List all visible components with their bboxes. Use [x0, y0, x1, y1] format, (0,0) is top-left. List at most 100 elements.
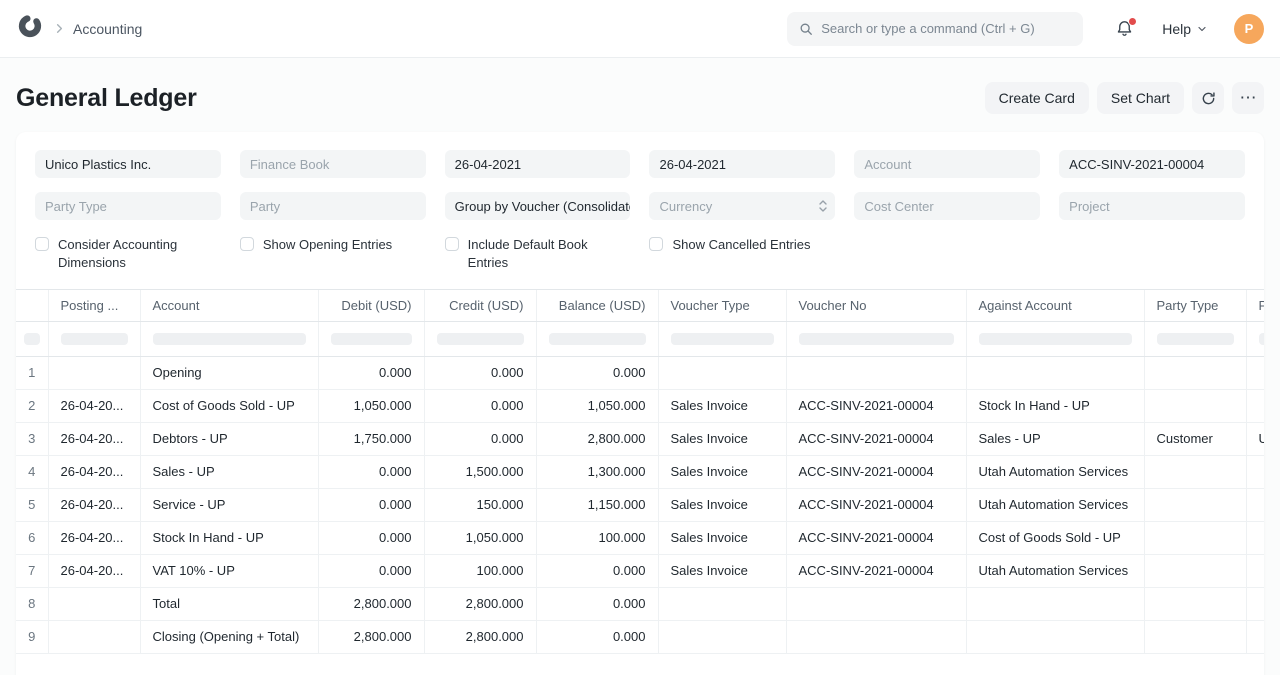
- checkbox-icon[interactable]: [649, 237, 663, 251]
- checkbox-icon[interactable]: [445, 237, 459, 251]
- account-filter[interactable]: [854, 150, 1040, 178]
- cell-voucher-type[interactable]: Sales Invoice: [658, 389, 786, 422]
- cell-balance[interactable]: 0.000: [536, 356, 658, 389]
- cell-account[interactable]: Stock In Hand - UP: [140, 521, 318, 554]
- filter-box-voucher-type[interactable]: [671, 333, 774, 345]
- cell-party[interactable]: [1246, 488, 1264, 521]
- cell-party[interactable]: [1246, 587, 1264, 620]
- checkbox-consider-accounting-dimensions[interactable]: Consider Accounting Dimensions: [35, 236, 221, 271]
- header-party-type[interactable]: Party Type: [1144, 290, 1246, 321]
- header-posting-date[interactable]: Posting ...: [48, 290, 140, 321]
- filter-box-party[interactable]: [1259, 333, 1265, 345]
- cell-credit[interactable]: 0.000: [424, 422, 536, 455]
- set-chart-button[interactable]: Set Chart: [1097, 82, 1184, 114]
- header-against-account[interactable]: Against Account: [966, 290, 1144, 321]
- cell-balance[interactable]: 1,300.000: [536, 455, 658, 488]
- cell-voucher-type[interactable]: [658, 620, 786, 653]
- cell-posting-date[interactable]: [48, 356, 140, 389]
- cell-against-account[interactable]: Utah Automation Services: [966, 455, 1144, 488]
- account-input[interactable]: [864, 157, 1030, 172]
- cell-voucher-no[interactable]: ACC-SINV-2021-00004: [786, 554, 966, 587]
- party-type-filter[interactable]: [35, 192, 221, 220]
- cell-party[interactable]: [1246, 521, 1264, 554]
- company-filter[interactable]: [35, 150, 221, 178]
- breadcrumb-accounting[interactable]: Accounting: [73, 21, 142, 37]
- cell-voucher-type[interactable]: Sales Invoice: [658, 422, 786, 455]
- cell-voucher-no[interactable]: ACC-SINV-2021-00004: [786, 389, 966, 422]
- checkbox-show-opening-entries[interactable]: Show Opening Entries: [240, 236, 426, 271]
- cell-debit[interactable]: 2,800.000: [318, 587, 424, 620]
- header-debit[interactable]: Debit (USD): [318, 290, 424, 321]
- global-search[interactable]: [787, 12, 1083, 46]
- cell-voucher-type[interactable]: Sales Invoice: [658, 554, 786, 587]
- cell-posting-date[interactable]: 26-04-20...: [48, 554, 140, 587]
- menu-button[interactable]: ⋯: [1232, 82, 1264, 114]
- cell-account[interactable]: Opening: [140, 356, 318, 389]
- cell-party-type[interactable]: [1144, 521, 1246, 554]
- filter-box-rownum[interactable]: [24, 333, 40, 345]
- to-date-input[interactable]: [659, 157, 825, 172]
- cell-debit[interactable]: 0.000: [318, 488, 424, 521]
- cell-credit[interactable]: 1,500.000: [424, 455, 536, 488]
- cell-debit[interactable]: 2,800.000: [318, 620, 424, 653]
- cell-party-type[interactable]: [1144, 587, 1246, 620]
- cell-account[interactable]: Closing (Opening + Total): [140, 620, 318, 653]
- project-input[interactable]: [1069, 199, 1235, 214]
- cell-against-account[interactable]: Sales - UP: [966, 422, 1144, 455]
- cell-party-type[interactable]: [1144, 356, 1246, 389]
- filter-box-account[interactable]: [153, 333, 306, 345]
- currency-select[interactable]: Currency: [649, 192, 835, 220]
- voucher-no-filter[interactable]: [1059, 150, 1245, 178]
- from-date-input[interactable]: [455, 157, 621, 172]
- filter-box-party-type[interactable]: [1157, 333, 1234, 345]
- cell-party-type[interactable]: [1144, 389, 1246, 422]
- cell-posting-date[interactable]: 26-04-20...: [48, 488, 140, 521]
- finance-book-input[interactable]: [250, 157, 416, 172]
- cell-balance[interactable]: 0.000: [536, 620, 658, 653]
- filter-box-posting-date[interactable]: [61, 333, 128, 345]
- header-voucher-type[interactable]: Voucher Type: [658, 290, 786, 321]
- cell-voucher-type[interactable]: Sales Invoice: [658, 521, 786, 554]
- cell-balance[interactable]: 0.000: [536, 554, 658, 587]
- cell-party[interactable]: [1246, 554, 1264, 587]
- checkbox-show-cancelled-entries[interactable]: Show Cancelled Entries: [649, 236, 835, 271]
- cell-credit[interactable]: 100.000: [424, 554, 536, 587]
- cell-party-type[interactable]: [1144, 554, 1246, 587]
- party-filter[interactable]: [240, 192, 426, 220]
- cell-against-account[interactable]: [966, 587, 1144, 620]
- refresh-button[interactable]: [1192, 82, 1224, 114]
- cell-posting-date[interactable]: [48, 587, 140, 620]
- from-date-filter[interactable]: [445, 150, 631, 178]
- cell-debit[interactable]: 1,750.000: [318, 422, 424, 455]
- cell-credit[interactable]: 150.000: [424, 488, 536, 521]
- header-credit[interactable]: Credit (USD): [424, 290, 536, 321]
- cell-voucher-no[interactable]: ACC-SINV-2021-00004: [786, 422, 966, 455]
- party-type-input[interactable]: [45, 199, 211, 214]
- header-account[interactable]: Account: [140, 290, 318, 321]
- search-input[interactable]: [821, 21, 1071, 36]
- user-avatar[interactable]: P: [1234, 14, 1264, 44]
- notifications-button[interactable]: [1115, 19, 1134, 38]
- cell-debit[interactable]: 0.000: [318, 356, 424, 389]
- cell-party[interactable]: [1246, 455, 1264, 488]
- cell-against-account[interactable]: Utah Automation Services: [966, 488, 1144, 521]
- filter-box-credit[interactable]: [437, 333, 524, 345]
- create-card-button[interactable]: Create Card: [985, 82, 1089, 114]
- cell-voucher-no[interactable]: ACC-SINV-2021-00004: [786, 455, 966, 488]
- cell-party[interactable]: [1246, 356, 1264, 389]
- party-input[interactable]: [250, 199, 416, 214]
- cost-center-filter[interactable]: [854, 192, 1040, 220]
- header-voucher-no[interactable]: Voucher No: [786, 290, 966, 321]
- filter-box-against-account[interactable]: [979, 333, 1132, 345]
- cell-against-account[interactable]: [966, 620, 1144, 653]
- cell-debit[interactable]: 0.000: [318, 554, 424, 587]
- cell-party[interactable]: Utah Automation Services: [1246, 422, 1264, 455]
- cell-voucher-no[interactable]: [786, 356, 966, 389]
- app-logo[interactable]: [16, 15, 44, 43]
- cell-credit[interactable]: 0.000: [424, 389, 536, 422]
- cell-balance[interactable]: 0.000: [536, 587, 658, 620]
- cell-party[interactable]: [1246, 389, 1264, 422]
- cell-party-type[interactable]: [1144, 455, 1246, 488]
- cell-credit[interactable]: 1,050.000: [424, 521, 536, 554]
- checkbox-include-default-book-entries[interactable]: Include Default Book Entries: [445, 236, 631, 271]
